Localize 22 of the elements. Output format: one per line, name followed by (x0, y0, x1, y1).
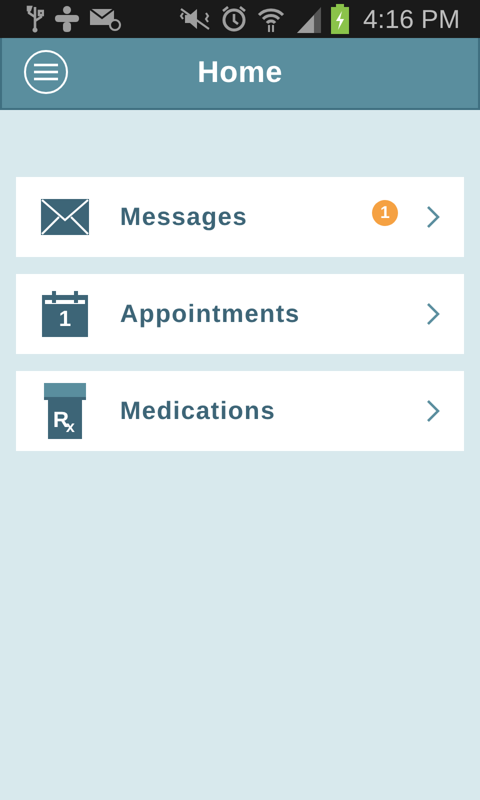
menu-item[interactable]: Messages 1 (16, 177, 464, 257)
count-badge: 1 (372, 200, 398, 226)
usb-icon (26, 5, 44, 33)
menu-label: Appointments (120, 300, 302, 328)
email-icon (90, 7, 122, 31)
menu-button[interactable] (24, 50, 68, 94)
chevron-right-icon (426, 399, 440, 423)
menu-label: Medications (120, 396, 276, 426)
menu-item[interactable]: 1 Appointments (16, 274, 464, 354)
page-title: Home (197, 56, 283, 90)
signal-icon (295, 5, 322, 33)
status-time: 4:16 PM (363, 4, 460, 34)
alarm-icon (221, 5, 248, 33)
envelope-icon (41, 199, 89, 235)
chevron-right-icon (426, 302, 440, 326)
menu-icon (33, 63, 59, 81)
chevron-right-icon (426, 205, 440, 229)
mute-icon (179, 7, 212, 31)
plus-icon (54, 5, 80, 33)
menu-label: Messages (120, 202, 249, 232)
battery-icon (331, 4, 350, 34)
menu-item[interactable]: R$_{x}$ Medications (16, 371, 464, 451)
